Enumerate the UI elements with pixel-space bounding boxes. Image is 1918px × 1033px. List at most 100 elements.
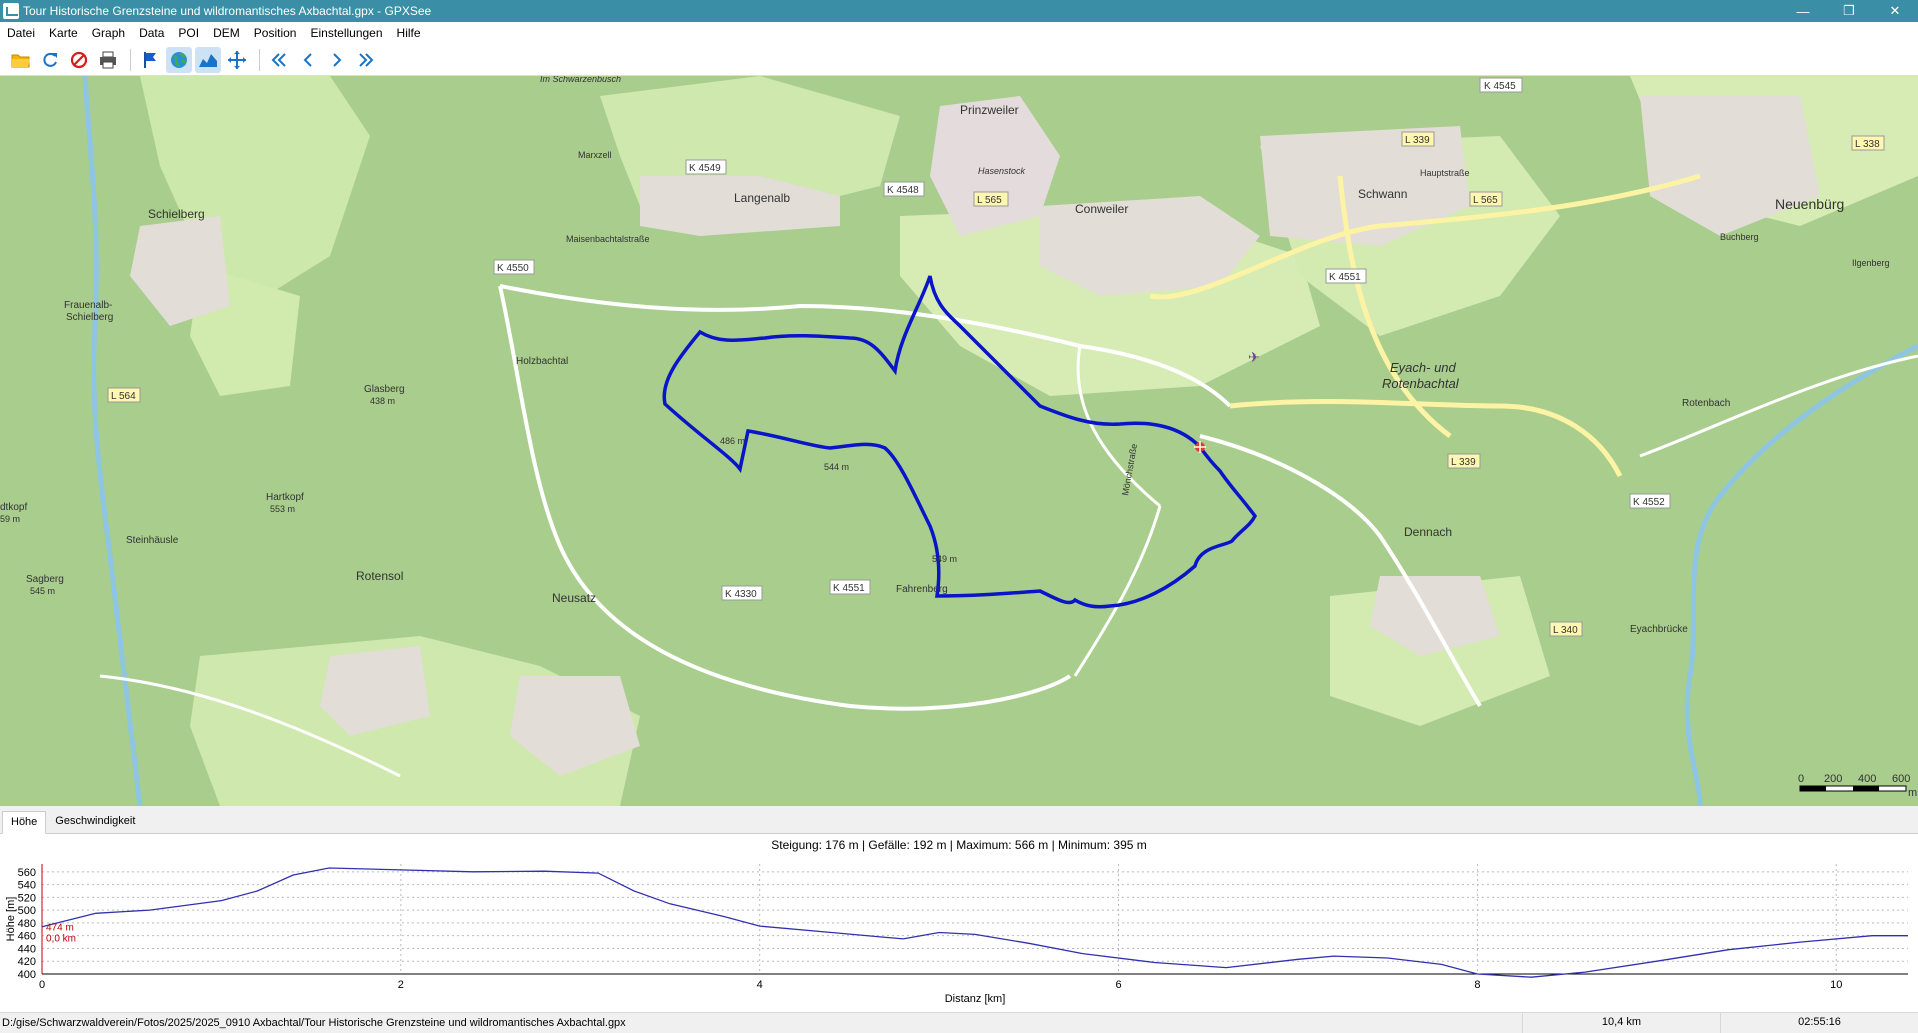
svg-text:K 4550: K 4550 bbox=[497, 263, 529, 274]
open-folder-icon[interactable] bbox=[8, 47, 34, 73]
tab-hoehe[interactable]: Höhe bbox=[2, 811, 47, 834]
x-tick-label: 0 bbox=[39, 979, 45, 991]
y-tick-label: 440 bbox=[18, 943, 36, 955]
road-shield: K 4548 bbox=[883, 181, 925, 197]
label-hartkopf: Hartkopf bbox=[266, 492, 304, 503]
airfield-icon: ✈ bbox=[1248, 349, 1260, 365]
svg-text:L 565: L 565 bbox=[977, 195, 1002, 206]
label-langenalb: Langenalb bbox=[734, 191, 790, 205]
x-tick-label: 8 bbox=[1474, 979, 1480, 991]
label-neuenbuerg: Neuenbürg bbox=[1775, 196, 1844, 212]
menu-einstellungen[interactable]: Einstellungen bbox=[303, 26, 389, 40]
app-icon bbox=[3, 3, 19, 19]
toolbar-separator bbox=[259, 48, 260, 71]
label-glasberg-m: 438 m bbox=[370, 396, 395, 406]
label-eyach2: Rotenbachtal bbox=[1382, 376, 1460, 391]
label-hartkopf-m: 553 m bbox=[270, 504, 295, 514]
menu-karte[interactable]: Karte bbox=[42, 26, 85, 40]
menu-datei[interactable]: Datei bbox=[0, 26, 42, 40]
y-axis-label: Höhe [m] bbox=[5, 897, 17, 942]
road-shield: K 4551 bbox=[1325, 268, 1367, 284]
label-sagberg: Sagberg bbox=[26, 574, 64, 585]
svg-text:L 564: L 564 bbox=[111, 391, 136, 402]
label-conweiler: Conweiler bbox=[1075, 202, 1128, 216]
globe-icon[interactable] bbox=[166, 46, 192, 73]
close-file-icon[interactable] bbox=[66, 47, 92, 73]
map-view[interactable]: ✈ Prinzweiler Im Schwarzenbusch K 4545 L… bbox=[0, 76, 1918, 806]
toolbar-separator bbox=[130, 48, 131, 71]
label-rotensol: Rotensol bbox=[356, 569, 403, 583]
label-prinzweiler: Prinzweiler bbox=[960, 103, 1019, 117]
window-controls: — ❐ ✕ bbox=[1780, 0, 1918, 22]
graph-stats: Steigung: 176 m | Gefälle: 192 m | Maxim… bbox=[771, 838, 1147, 852]
tab-geschwindigkeit[interactable]: Geschwindigkeit bbox=[46, 810, 144, 833]
total-distance: 10,4 km bbox=[1522, 1012, 1720, 1033]
label-eyach1: Eyach- und bbox=[1390, 360, 1457, 375]
y-tick-label: 460 bbox=[18, 931, 36, 943]
svg-text:L 338: L 338 bbox=[1855, 139, 1880, 150]
label-schwann: Schwann bbox=[1358, 187, 1407, 201]
svg-text:K 4551: K 4551 bbox=[1329, 272, 1361, 283]
label-kopf: dtkopf bbox=[0, 502, 27, 513]
label-544m: 544 m bbox=[824, 462, 849, 472]
maximize-button[interactable]: ❐ bbox=[1826, 0, 1872, 22]
label-eyachbruecke: Eyachbrücke bbox=[1630, 624, 1688, 635]
label-schielberg: Schielberg bbox=[148, 207, 205, 221]
label-maisenbachtalstrasse: Maisenbachtalstraße bbox=[566, 234, 650, 244]
road-shield: L 339 bbox=[1401, 131, 1435, 147]
label-dennach: Dennach bbox=[1404, 525, 1452, 539]
svg-text:L 565: L 565 bbox=[1473, 195, 1498, 206]
label-frauenalb: Frauenalb- bbox=[64, 300, 112, 311]
map-canvas[interactable]: ✈ Prinzweiler Im Schwarzenbusch K 4545 L… bbox=[0, 76, 1918, 806]
label-sagberg-m: 545 m bbox=[30, 586, 55, 596]
y-tick-label: 420 bbox=[18, 956, 36, 968]
first-icon[interactable] bbox=[266, 47, 292, 73]
label-steinhausle: Steinhäusle bbox=[126, 535, 179, 546]
menu-data[interactable]: Data bbox=[132, 26, 171, 40]
print-icon[interactable] bbox=[95, 47, 121, 73]
menu-dem[interactable]: DEM bbox=[206, 26, 247, 40]
menu-hilfe[interactable]: Hilfe bbox=[390, 26, 428, 40]
label-neusatz: Neusatz bbox=[552, 591, 596, 605]
label-marxzell: Marxzell bbox=[578, 150, 612, 160]
file-path: D:/gise/Schwarzwaldverein/Fotos/2025/202… bbox=[2, 1016, 626, 1029]
menu-position[interactable]: Position bbox=[247, 26, 304, 40]
last-icon[interactable] bbox=[353, 47, 379, 73]
menu-poi[interactable]: POI bbox=[171, 26, 206, 40]
y-tick-label: 540 bbox=[18, 880, 36, 892]
y-tick-label: 400 bbox=[18, 969, 36, 981]
label-im-schwarzenbusch: Im Schwarzenbusch bbox=[540, 76, 621, 84]
y-tick-label: 480 bbox=[18, 918, 36, 930]
road-shield: L 565 bbox=[1469, 191, 1503, 207]
reload-icon[interactable] bbox=[37, 47, 63, 73]
label-hasenstock: Hasenstock bbox=[978, 166, 1026, 176]
label-holzbachtal: Holzbachtal bbox=[516, 356, 568, 367]
marker-distance-label: 0,0 km bbox=[46, 934, 76, 945]
elevation-chart[interactable]: 400420440460480500520540560 0 2 4 6 8 10 474 m… bbox=[0, 852, 1918, 1012]
y-tick-label: 520 bbox=[18, 892, 36, 904]
close-button[interactable]: ✕ bbox=[1872, 0, 1918, 22]
road-shield: L 338 bbox=[1851, 135, 1885, 151]
x-tick-label: 10 bbox=[1830, 979, 1842, 991]
elevation-graph-panel[interactable]: Steigung: 176 m | Gefälle: 192 m | Maxim… bbox=[0, 834, 1918, 1012]
road-shield: K 4545 bbox=[1479, 77, 1523, 93]
menu-graph[interactable]: Graph bbox=[85, 26, 132, 40]
x-tick-label: 6 bbox=[1115, 979, 1121, 991]
crosshair-icon[interactable] bbox=[224, 47, 250, 73]
flag-icon[interactable] bbox=[137, 47, 163, 73]
label-hauptstrasse: Hauptstraße bbox=[1420, 168, 1470, 178]
graph-icon[interactable] bbox=[195, 46, 221, 73]
svg-text:m: m bbox=[1908, 787, 1917, 799]
status-bar: D:/gise/Schwarzwaldverein/Fotos/2025/202… bbox=[0, 1012, 1918, 1033]
svg-text:K 4545: K 4545 bbox=[1484, 81, 1516, 92]
label-schielberg2: Schielberg bbox=[66, 312, 113, 323]
svg-text:L 339: L 339 bbox=[1451, 457, 1476, 468]
road-shield: L 564 bbox=[107, 387, 141, 403]
svg-text:L 339: L 339 bbox=[1405, 135, 1430, 146]
next-icon[interactable] bbox=[324, 47, 350, 73]
svg-text:K 4549: K 4549 bbox=[689, 163, 721, 174]
minimize-button[interactable]: — bbox=[1780, 0, 1826, 22]
road-shield: L 565 bbox=[973, 191, 1009, 207]
label-549m: 549 m bbox=[932, 554, 957, 564]
previous-icon[interactable] bbox=[295, 47, 321, 73]
